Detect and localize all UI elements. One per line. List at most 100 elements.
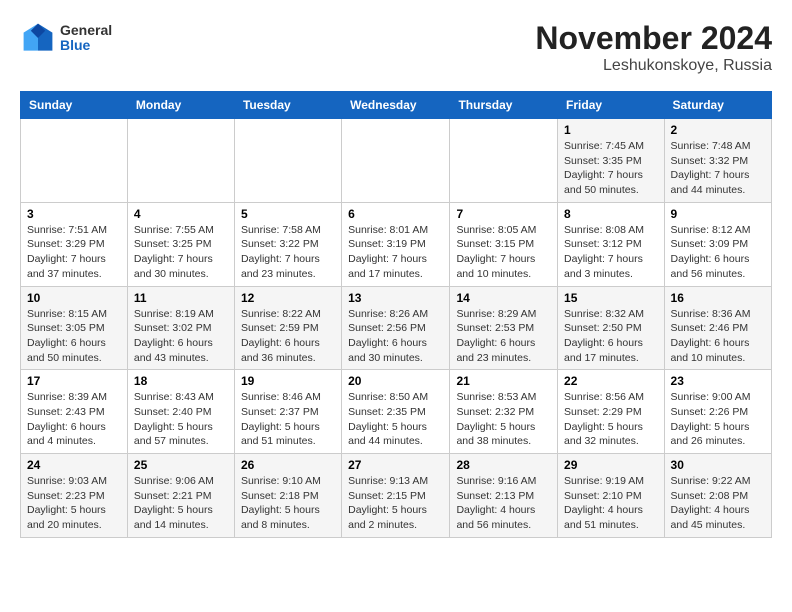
day-info: Sunrise: 9:19 AM Sunset: 2:10 PM Dayligh…: [564, 474, 658, 533]
day-info: Sunrise: 9:13 AM Sunset: 2:15 PM Dayligh…: [348, 474, 443, 533]
day-number: 8: [564, 207, 658, 221]
logo: General Blue: [20, 20, 112, 56]
calendar-cell: [450, 119, 558, 203]
day-number: 3: [27, 207, 121, 221]
calendar-week-row: 1Sunrise: 7:45 AM Sunset: 3:35 PM Daylig…: [21, 119, 772, 203]
page-header: General Blue November 2024 Leshukonskoye…: [20, 20, 772, 75]
calendar-table: SundayMondayTuesdayWednesdayThursdayFrid…: [20, 91, 772, 538]
day-number: 25: [134, 458, 228, 472]
day-info: Sunrise: 8:56 AM Sunset: 2:29 PM Dayligh…: [564, 390, 658, 449]
header-row: SundayMondayTuesdayWednesdayThursdayFrid…: [21, 92, 772, 119]
day-number: 9: [671, 207, 765, 221]
day-number: 18: [134, 374, 228, 388]
calendar-cell: [342, 119, 450, 203]
day-number: 16: [671, 291, 765, 305]
calendar-cell: 19 Sunrise: 8:46 AM Sunset: 2:37 PM Dayli…: [234, 370, 341, 454]
header-day: Saturday: [664, 92, 771, 119]
day-info: Sunrise: 8:29 AM Sunset: 2:53 PM Dayligh…: [456, 307, 551, 366]
calendar-cell: 7Sunrise: 8:05 AM Sunset: 3:15 PM Daylig…: [450, 202, 558, 286]
header-day: Friday: [558, 92, 665, 119]
day-info: Sunrise: 8:26 AM Sunset: 2:56 PM Dayligh…: [348, 307, 443, 366]
day-number: 4: [134, 207, 228, 221]
calendar-cell: 3 Sunrise: 7:51 AM Sunset: 3:29 PM Daylig…: [21, 202, 128, 286]
calendar-cell: 23Sunrise: 9:00 AM Sunset: 2:26 PM Dayli…: [664, 370, 771, 454]
day-info: Sunrise: 9:16 AM Sunset: 2:13 PM Dayligh…: [456, 474, 551, 533]
logo-general-text: General: [60, 23, 112, 38]
calendar-title: November 2024: [535, 20, 772, 57]
calendar-cell: 28 Sunrise: 9:16 AM Sunset: 2:13 PM Dayli…: [450, 454, 558, 538]
day-number: 19: [241, 374, 335, 388]
calendar-cell: 17Sunrise: 8:39 AM Sunset: 2:43 PM Dayli…: [21, 370, 128, 454]
day-info: Sunrise: 8:08 AM Sunset: 3:12 PM Dayligh…: [564, 223, 658, 282]
header-day: Sunday: [21, 92, 128, 119]
calendar-cell: 30Sunrise: 9:22 AM Sunset: 2:08 PM Dayli…: [664, 454, 771, 538]
day-number: 21: [456, 374, 551, 388]
day-number: 15: [564, 291, 658, 305]
day-number: 24: [27, 458, 121, 472]
day-number: 6: [348, 207, 443, 221]
header-day: Monday: [127, 92, 234, 119]
calendar-cell: 26 Sunrise: 9:10 AM Sunset: 2:18 PM Dayli…: [234, 454, 341, 538]
day-info: Sunrise: 9:10 AM Sunset: 2:18 PM Dayligh…: [241, 474, 335, 533]
header-day: Wednesday: [342, 92, 450, 119]
day-number: 10: [27, 291, 121, 305]
day-number: 28: [456, 458, 551, 472]
calendar-cell: 1Sunrise: 7:45 AM Sunset: 3:35 PM Daylig…: [558, 119, 665, 203]
day-info: Sunrise: 8:53 AM Sunset: 2:32 PM Dayligh…: [456, 390, 551, 449]
calendar-cell: [21, 119, 128, 203]
day-info: Sunrise: 7:58 AM Sunset: 3:22 PM Dayligh…: [241, 223, 335, 282]
day-number: 7: [456, 207, 551, 221]
calendar-body: 1Sunrise: 7:45 AM Sunset: 3:35 PM Daylig…: [21, 119, 772, 538]
calendar-cell: 6Sunrise: 8:01 AM Sunset: 3:19 PM Daylig…: [342, 202, 450, 286]
day-number: 13: [348, 291, 443, 305]
day-info: Sunrise: 8:22 AM Sunset: 2:59 PM Dayligh…: [241, 307, 335, 366]
day-info: Sunrise: 9:00 AM Sunset: 2:26 PM Dayligh…: [671, 390, 765, 449]
calendar-cell: 8 Sunrise: 8:08 AM Sunset: 3:12 PM Daylig…: [558, 202, 665, 286]
calendar-cell: [127, 119, 234, 203]
calendar-cell: 22 Sunrise: 8:56 AM Sunset: 2:29 PM Dayli…: [558, 370, 665, 454]
day-info: Sunrise: 8:50 AM Sunset: 2:35 PM Dayligh…: [348, 390, 443, 449]
calendar-cell: 15 Sunrise: 8:32 AM Sunset: 2:50 PM Dayli…: [558, 286, 665, 370]
day-info: Sunrise: 9:03 AM Sunset: 2:23 PM Dayligh…: [27, 474, 121, 533]
calendar-week-row: 24 Sunrise: 9:03 AM Sunset: 2:23 PM Dayli…: [21, 454, 772, 538]
day-number: 22: [564, 374, 658, 388]
day-info: Sunrise: 8:15 AM Sunset: 3:05 PM Dayligh…: [27, 307, 121, 366]
day-number: 14: [456, 291, 551, 305]
header-day: Tuesday: [234, 92, 341, 119]
day-info: Sunrise: 7:51 AM Sunset: 3:29 PM Dayligh…: [27, 223, 121, 282]
logo-text: General Blue: [60, 23, 112, 54]
calendar-cell: 27 Sunrise: 9:13 AM Sunset: 2:15 PM Dayli…: [342, 454, 450, 538]
calendar-week-row: 17Sunrise: 8:39 AM Sunset: 2:43 PM Dayli…: [21, 370, 772, 454]
calendar-cell: 5Sunrise: 7:58 AM Sunset: 3:22 PM Daylig…: [234, 202, 341, 286]
day-number: 12: [241, 291, 335, 305]
calendar-cell: 14 Sunrise: 8:29 AM Sunset: 2:53 PM Dayli…: [450, 286, 558, 370]
header-day: Thursday: [450, 92, 558, 119]
calendar-cell: [234, 119, 341, 203]
day-number: 2: [671, 123, 765, 137]
calendar-cell: 10 Sunrise: 8:15 AM Sunset: 3:05 PM Dayli…: [21, 286, 128, 370]
day-info: Sunrise: 9:22 AM Sunset: 2:08 PM Dayligh…: [671, 474, 765, 533]
calendar-cell: 4Sunrise: 7:55 AM Sunset: 3:25 PM Daylig…: [127, 202, 234, 286]
calendar-cell: 9 Sunrise: 8:12 AM Sunset: 3:09 PM Daylig…: [664, 202, 771, 286]
day-number: 17: [27, 374, 121, 388]
day-info: Sunrise: 8:46 AM Sunset: 2:37 PM Dayligh…: [241, 390, 335, 449]
day-number: 29: [564, 458, 658, 472]
calendar-cell: 11Sunrise: 8:19 AM Sunset: 3:02 PM Dayli…: [127, 286, 234, 370]
calendar-cell: 20 Sunrise: 8:50 AM Sunset: 2:35 PM Dayli…: [342, 370, 450, 454]
day-number: 27: [348, 458, 443, 472]
day-number: 11: [134, 291, 228, 305]
title-block: November 2024 Leshukonskoye, Russia: [535, 20, 772, 75]
day-info: Sunrise: 8:32 AM Sunset: 2:50 PM Dayligh…: [564, 307, 658, 366]
calendar-week-row: 3 Sunrise: 7:51 AM Sunset: 3:29 PM Daylig…: [21, 202, 772, 286]
calendar-cell: 29 Sunrise: 9:19 AM Sunset: 2:10 PM Dayli…: [558, 454, 665, 538]
day-info: Sunrise: 8:12 AM Sunset: 3:09 PM Dayligh…: [671, 223, 765, 282]
day-info: Sunrise: 9:06 AM Sunset: 2:21 PM Dayligh…: [134, 474, 228, 533]
calendar-cell: 21 Sunrise: 8:53 AM Sunset: 2:32 PM Dayli…: [450, 370, 558, 454]
calendar-cell: 25 Sunrise: 9:06 AM Sunset: 2:21 PM Dayli…: [127, 454, 234, 538]
day-number: 26: [241, 458, 335, 472]
calendar-cell: 24 Sunrise: 9:03 AM Sunset: 2:23 PM Dayli…: [21, 454, 128, 538]
day-number: 20: [348, 374, 443, 388]
calendar-subtitle: Leshukonskoye, Russia: [535, 57, 772, 75]
logo-icon: [20, 20, 56, 56]
calendar-cell: 2Sunrise: 7:48 AM Sunset: 3:32 PM Daylig…: [664, 119, 771, 203]
